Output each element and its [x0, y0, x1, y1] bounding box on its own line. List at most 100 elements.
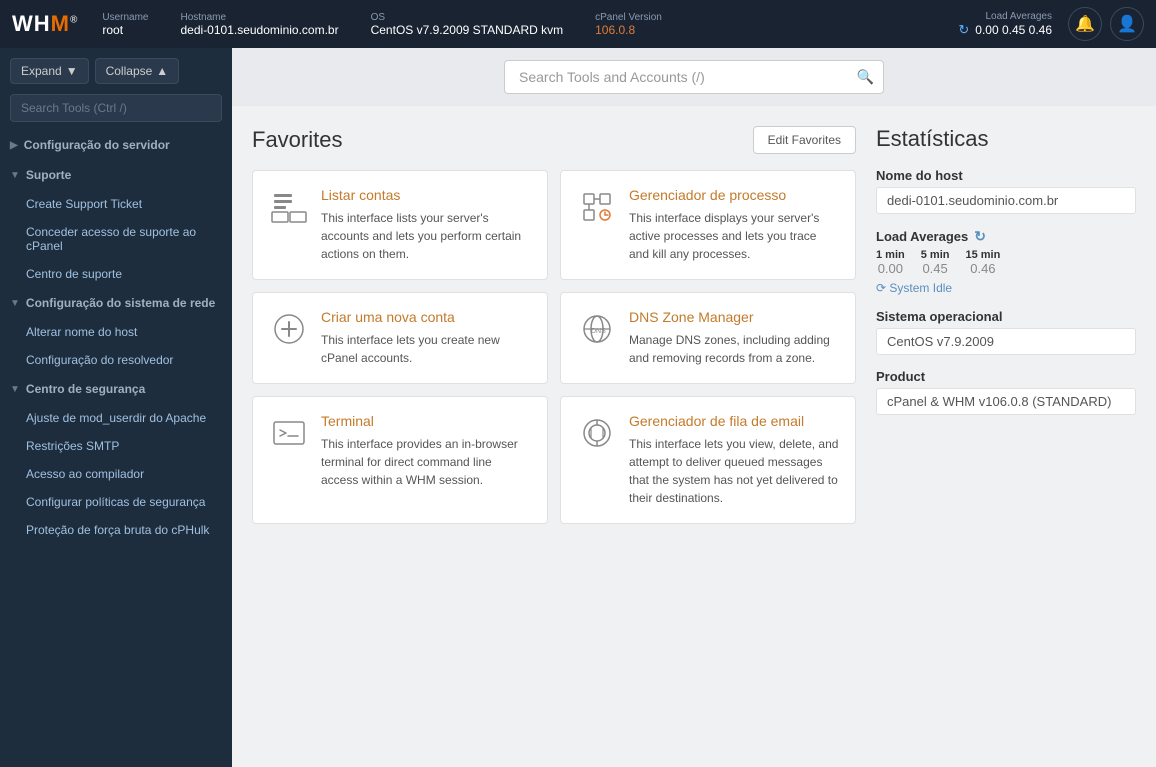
load-col-5min: 5 min 0.45	[921, 249, 950, 276]
sidebar-item-politicas-seguranca[interactable]: Configurar políticas de segurança	[0, 488, 232, 516]
load-5min-value: 0.45	[922, 261, 947, 276]
load-avg-numbers: 0.00 0.45 0.46	[975, 23, 1052, 37]
main-layout: Expand ▼ Collapse ▲ ▶ Configuração do se…	[0, 48, 1156, 767]
sidebar-section-header-seguranca[interactable]: ▼ Centro de segurança	[0, 374, 232, 404]
sidebar-item-create-support-ticket[interactable]: Create Support Ticket	[0, 190, 232, 218]
favorite-card-gerenciador-processo[interactable]: Gerenciador de processo This interface d…	[560, 170, 856, 280]
favorite-title-dns-zone: DNS Zone Manager	[629, 309, 839, 325]
load-col-1min: 1 min 0.00	[876, 249, 905, 276]
favorite-icon-gerenciador-processo	[577, 187, 617, 227]
sidebar-section-header-suporte[interactable]: ▼ Suporte	[0, 160, 232, 190]
favorite-desc-gerenciador-processo: This interface displays your server's ac…	[629, 209, 839, 263]
load-15min-value: 0.46	[970, 261, 995, 276]
stats-os-value: CentOS v7.9.2009	[876, 328, 1136, 355]
search-input-wrapper: 🔍	[504, 60, 884, 94]
favorite-icon-terminal	[269, 413, 309, 453]
notifications-button[interactable]: 🔔	[1068, 7, 1102, 41]
edit-favorites-button[interactable]: Edit Favorites	[753, 126, 856, 154]
hostname-info: Hostname dedi-0101.seudominio.com.br	[181, 12, 339, 37]
cpanel-label: cPanel Version	[595, 12, 662, 23]
server-info: Username root Hostname dedi-0101.seudomi…	[102, 12, 958, 37]
favorite-title-listar-contas: Listar contas	[321, 187, 531, 203]
stats-title: Estatísticas	[876, 126, 1136, 152]
os-value: CentOS v7.9.2009 STANDARD kvm	[371, 23, 564, 37]
top-bar-right: Load Averages ↻ 0.00 0.45 0.46 🔔 👤	[958, 7, 1144, 41]
favorite-title-criar-conta: Criar uma nova conta	[321, 309, 531, 325]
top-bar: WHM® Username root Hostname dedi-0101.se…	[0, 0, 1156, 48]
sidebar-item-centro-suporte[interactable]: Centro de suporte	[0, 260, 232, 288]
cpanel-value: 106.0.8	[595, 23, 662, 37]
system-idle-link[interactable]: ⟳ System Idle	[876, 281, 952, 295]
sidebar-item-cphulk[interactable]: Proteção de força bruta do cPHulk	[0, 516, 232, 544]
favorite-card-terminal[interactable]: Terminal This interface provides an in-b…	[252, 396, 548, 524]
load-refresh-icon: ↻	[958, 22, 969, 38]
sidebar-section-label-configuracao-servidor: Configuração do servidor	[24, 138, 170, 152]
favorite-desc-terminal: This interface provides an in-browser te…	[321, 435, 531, 489]
search-bar-area: 🔍	[232, 48, 1156, 106]
user-button[interactable]: 👤	[1110, 7, 1144, 41]
sidebar-section-label-suporte: Suporte	[26, 168, 71, 182]
stats-os: Sistema operacional CentOS v7.9.2009	[876, 309, 1136, 355]
stats-load: Load Averages ↻ 1 min 0.00 5 min 0.45	[876, 228, 1136, 295]
sidebar-item-restricoes-smtp[interactable]: Restrições SMTP	[0, 432, 232, 460]
favorite-desc-fila-email: This interface lets you view, delete, an…	[629, 435, 839, 507]
load-refresh-icon[interactable]: ↻	[974, 228, 986, 245]
username-value: root	[102, 23, 148, 37]
favorite-title-gerenciador-processo: Gerenciador de processo	[629, 187, 839, 203]
favorite-content-fila-email: Gerenciador de fila de email This interf…	[629, 413, 839, 507]
hostname-value: dedi-0101.seudominio.com.br	[181, 23, 339, 37]
search-input[interactable]	[504, 60, 884, 94]
stats-hostname: Nome do host dedi-0101.seudominio.com.br	[876, 168, 1136, 214]
load-15min-label: 15 min	[965, 249, 1000, 261]
chevron-down-icon-suporte: ▼	[10, 170, 20, 181]
os-label: OS	[371, 12, 564, 23]
favorite-card-fila-email[interactable]: Gerenciador de fila de email This interf…	[560, 396, 856, 524]
collapse-label: Collapse	[106, 64, 153, 78]
favorite-title-fila-email: Gerenciador de fila de email	[629, 413, 839, 429]
sidebar-section-rede: ▼ Configuração do sistema de rede Altera…	[0, 288, 232, 374]
favorite-desc-listar-contas: This interface lists your server's accou…	[321, 209, 531, 263]
load-avg-values: ↻ 0.00 0.45 0.46	[958, 22, 1052, 38]
collapse-icon: ▲	[156, 64, 168, 78]
favorite-content-dns-zone: DNS Zone Manager Manage DNS zones, inclu…	[629, 309, 839, 367]
username-info: Username root	[102, 12, 148, 37]
chevron-right-icon: ▶	[10, 140, 18, 151]
sidebar-search-input[interactable]	[10, 94, 222, 122]
sidebar-section-header-configuracao-servidor[interactable]: ▶ Configuração do servidor	[0, 130, 232, 160]
sidebar-section-header-rede[interactable]: ▼ Configuração do sistema de rede	[0, 288, 232, 318]
sidebar-item-conceder-acesso[interactable]: Conceder acesso de suporte ao cPanel	[0, 218, 232, 260]
stats-product: Product cPanel & WHM v106.0.8 (STANDARD)	[876, 369, 1136, 415]
favorite-card-listar-contas[interactable]: Listar contas This interface lists your …	[252, 170, 548, 280]
collapse-button[interactable]: Collapse ▲	[95, 58, 180, 84]
sidebar-section-suporte: ▼ Suporte Create Support Ticket Conceder…	[0, 160, 232, 288]
sidebar: Expand ▼ Collapse ▲ ▶ Configuração do se…	[0, 48, 232, 767]
favorite-icon-dns-zone: DNS	[577, 309, 617, 349]
favorite-content-listar-contas: Listar contas This interface lists your …	[321, 187, 531, 263]
load-avg-label: Load Averages	[985, 11, 1052, 22]
favorite-card-criar-conta[interactable]: Criar uma nova conta This interface lets…	[252, 292, 548, 384]
sidebar-item-alterar-nome-host[interactable]: Alterar nome do host	[0, 318, 232, 346]
logo: WHM®	[12, 11, 78, 37]
load-avg-widget: Load Averages ↻ 0.00 0.45 0.46	[958, 11, 1052, 38]
sidebar-item-configuracao-resolvedor[interactable]: Configuração do resolvedor	[0, 346, 232, 374]
sidebar-section-configuracao-servidor: ▶ Configuração do servidor	[0, 130, 232, 160]
favorite-icon-criar-conta	[269, 309, 309, 349]
favorite-content-criar-conta: Criar uma nova conta This interface lets…	[321, 309, 531, 367]
sidebar-section-label-seguranca: Centro de segurança	[26, 382, 145, 396]
expand-button[interactable]: Expand ▼	[10, 58, 89, 84]
load-col-15min: 15 min 0.46	[965, 249, 1000, 276]
favorites-header: Favorites Edit Favorites	[252, 126, 856, 154]
favorite-card-dns-zone[interactable]: DNS DNS Zone Manager Manage DNS zones, i…	[560, 292, 856, 384]
load-1min-label: 1 min	[876, 249, 905, 261]
sidebar-item-mod-userdir[interactable]: Ajuste de mod_userdir do Apache	[0, 404, 232, 432]
favorite-desc-criar-conta: This interface lets you create new cPane…	[321, 331, 531, 367]
favorite-content-gerenciador-processo: Gerenciador de processo This interface d…	[629, 187, 839, 263]
sidebar-item-acesso-compilador[interactable]: Acesso ao compilador	[0, 460, 232, 488]
favorite-icon-fila-email	[577, 413, 617, 453]
stats-product-label: Product	[876, 369, 1136, 384]
stats-load-label: Load Averages	[876, 229, 968, 244]
stats-hostname-value: dedi-0101.seudominio.com.br	[876, 187, 1136, 214]
load-avg-stats: 1 min 0.00 5 min 0.45 15 min 0.46	[876, 249, 1136, 276]
stats-os-label: Sistema operacional	[876, 309, 1136, 324]
chevron-down-icon-rede: ▼	[10, 298, 20, 309]
